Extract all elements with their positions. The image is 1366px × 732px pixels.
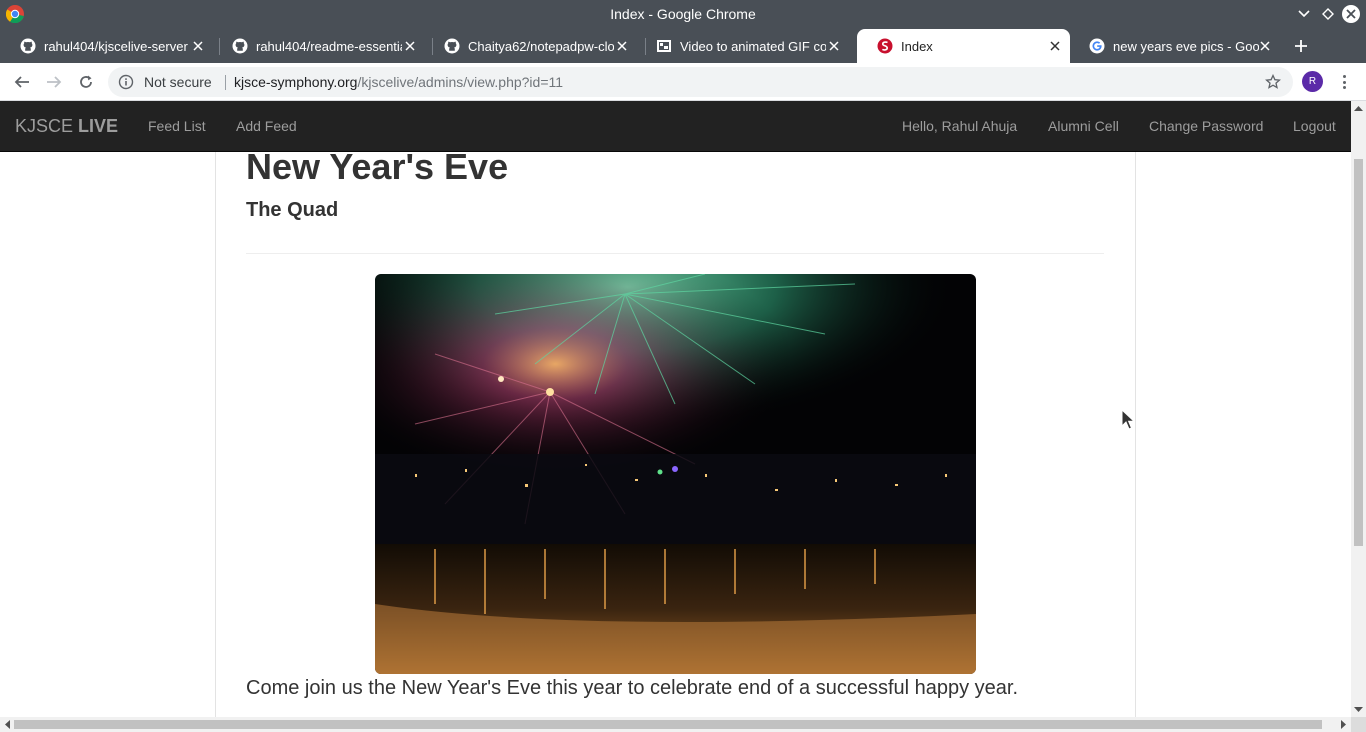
github-icon: [232, 38, 248, 54]
site-brand[interactable]: KJSCE LIVE: [15, 116, 118, 137]
browser-toolbar: Not secure kjsce-symphony.org/kjscelive/…: [0, 63, 1366, 101]
url-path: /kjscelive/admins/view.php?id=11: [357, 74, 564, 90]
nav-feed-list[interactable]: Feed List: [148, 118, 206, 134]
chrome-menu-icon[interactable]: [1336, 72, 1352, 92]
close-window-icon[interactable]: [1342, 5, 1360, 23]
maximize-icon[interactable]: [1319, 5, 1337, 23]
tab-title: rahul404/kjscelive-server: [44, 38, 188, 54]
nav-user-greeting[interactable]: Hello, Rahul Ahuja: [902, 118, 1017, 134]
nav-add-feed[interactable]: Add Feed: [236, 118, 297, 134]
github-icon: [444, 38, 460, 54]
bookmark-star-icon[interactable]: [1265, 74, 1281, 90]
scroll-down-icon[interactable]: [1354, 707, 1363, 713]
site-navbar: KJSCE LIVE Feed List Add Feed Hello, Rah…: [0, 101, 1351, 152]
tab-readme-essentials[interactable]: rahul404/readme-essentials: [212, 29, 425, 63]
tab-title: new years eve pics - Google Search: [1113, 38, 1259, 54]
tab-kjscelive-server[interactable]: rahul404/kjscelive-server: [0, 29, 213, 63]
fireworks-over-harbor-image: [375, 274, 976, 674]
address-bar[interactable]: Not secure kjsce-symphony.org/kjscelive/…: [108, 67, 1293, 97]
scroll-left-icon[interactable]: [4, 720, 10, 729]
close-tab-icon[interactable]: [827, 39, 841, 53]
reload-icon[interactable]: [76, 72, 96, 92]
tab-index[interactable]: Index: [857, 29, 1070, 63]
divider: [246, 253, 1104, 254]
kjsce-icon: [877, 38, 893, 54]
info-icon[interactable]: [118, 74, 134, 90]
omnibox-divider: [225, 75, 226, 90]
scrollbar-corner: [1351, 717, 1366, 732]
url-host: kjsce-symphony.org: [234, 74, 358, 90]
forward-icon[interactable]: [44, 72, 64, 92]
tab-notepadpw-clone[interactable]: Chaitya62/notepadpw-clone: [424, 29, 637, 63]
scroll-right-icon[interactable]: [1341, 720, 1347, 729]
minimize-icon[interactable]: [1295, 5, 1313, 23]
tab-title: Chaitya62/notepadpw-clone: [468, 38, 614, 54]
close-tab-icon[interactable]: [1258, 39, 1272, 53]
tab-strip: rahul404/kjscelive-server rahul404/readm…: [0, 29, 1366, 63]
back-icon[interactable]: [12, 72, 32, 92]
tab-title: Index: [901, 38, 933, 54]
horizontal-scrollbar[interactable]: [0, 717, 1351, 732]
tab-title: Video to animated GIF converter: [680, 38, 826, 54]
ezgif-icon: [656, 38, 672, 54]
event-title: New Year's Eve: [246, 146, 509, 187]
event-venue: The Quad: [246, 199, 339, 221]
nav-logout[interactable]: Logout: [1293, 118, 1336, 134]
mouse-cursor-icon: [1121, 409, 1135, 430]
tab-title: rahul404/readme-essentials: [256, 38, 402, 54]
close-tab-icon[interactable]: [191, 39, 205, 53]
brand-light: KJSCE: [15, 116, 79, 136]
page-viewport: KJSCE LIVE Feed List Add Feed Hello, Rah…: [0, 101, 1351, 717]
vertical-scroll-thumb[interactable]: [1354, 159, 1363, 546]
new-tab-icon[interactable]: [1292, 37, 1310, 55]
nav-alumni-cell[interactable]: Alumni Cell: [1048, 118, 1119, 134]
tab-ezgif[interactable]: Video to animated GIF converter: [636, 29, 849, 63]
google-icon: [1089, 38, 1105, 54]
vertical-scrollbar[interactable]: [1351, 101, 1366, 717]
brand-bold: LIVE: [78, 116, 119, 136]
close-tab-icon[interactable]: [615, 39, 629, 53]
window-title: Index - Google Chrome: [610, 6, 756, 22]
close-tab-icon[interactable]: [403, 39, 417, 53]
url-text[interactable]: kjsce-symphony.org/kjscelive/admins/view…: [234, 74, 563, 90]
github-icon: [20, 38, 36, 54]
tab-google-search[interactable]: new years eve pics - Google Search: [1069, 29, 1280, 63]
scroll-up-icon[interactable]: [1354, 105, 1363, 111]
window-titlebar: Index - Google Chrome: [0, 0, 1366, 29]
horizontal-scroll-thumb[interactable]: [14, 720, 1322, 729]
close-tab-icon[interactable]: [1048, 39, 1062, 53]
profile-avatar[interactable]: R: [1302, 71, 1323, 92]
event-description: Come join us the New Year's Eve this yea…: [246, 677, 1019, 699]
nav-change-password[interactable]: Change Password: [1149, 118, 1263, 134]
security-label[interactable]: Not secure: [144, 74, 212, 90]
